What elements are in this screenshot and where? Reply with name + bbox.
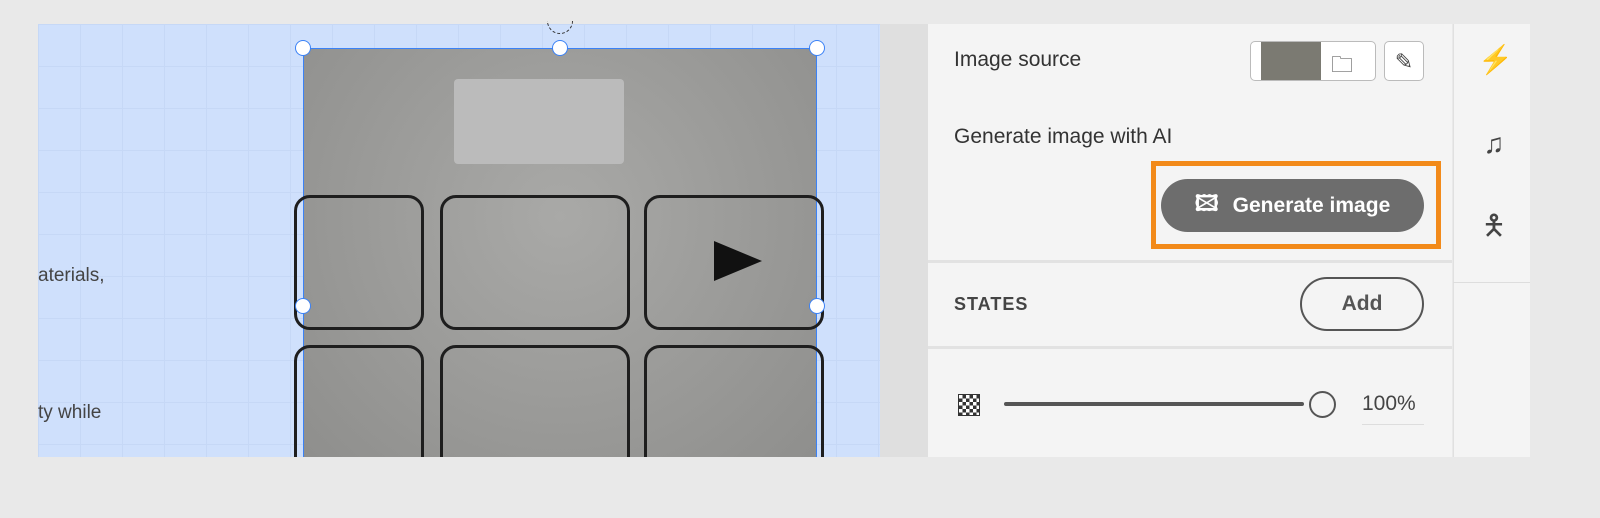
slide-text-line: ty while [38, 402, 102, 423]
opacity-icon [958, 394, 980, 416]
rotate-handle[interactable] [547, 21, 573, 34]
divider [928, 346, 1452, 349]
illustration-tile [294, 345, 424, 457]
slide-text-line: aterials, [38, 265, 105, 286]
edit-image-button[interactable]: ✎ [1384, 41, 1424, 81]
pencil-icon: ✎ [1394, 49, 1414, 74]
image-source-picker[interactable]: 🗀 [1250, 41, 1376, 81]
resize-handle[interactable] [809, 298, 825, 314]
illustration-tile [440, 345, 630, 457]
audio-icon[interactable]: ♫ [1478, 128, 1510, 160]
opacity-slider-thumb[interactable] [1309, 391, 1336, 418]
generate-image-label: Generate image [1232, 193, 1391, 217]
resize-handle[interactable] [552, 40, 568, 56]
divider [1453, 282, 1530, 283]
illustration-tile [644, 345, 824, 457]
illustration-tile [440, 195, 630, 330]
opacity-value[interactable]: 100% [1362, 392, 1424, 425]
canvas-gutter [880, 24, 928, 457]
generate-image-button[interactable]: 🖾 Generate image [1161, 179, 1424, 232]
ai-image-icon: 🖾 [1194, 190, 1219, 216]
accessibility-icon[interactable]: 🯅 [1478, 210, 1510, 242]
add-state-button[interactable]: Add [1300, 277, 1424, 331]
folder-icon[interactable]: 🗀 [1331, 48, 1353, 80]
laptop-illustration [454, 79, 624, 164]
slide-canvas[interactable]: aterials, ty while [38, 24, 880, 457]
opacity-slider-track[interactable] [1004, 402, 1304, 406]
generate-ai-label: Generate image with AI [954, 125, 1173, 148]
illustration-tile [294, 195, 424, 330]
selected-image[interactable] [294, 48, 824, 457]
resize-handle[interactable] [295, 40, 311, 56]
divider [928, 260, 1452, 263]
resize-handle[interactable] [809, 40, 825, 56]
image-source-label: Image source [954, 48, 1082, 71]
play-icon [714, 241, 762, 281]
image-thumbnail [1261, 42, 1321, 80]
states-heading: STATES [954, 294, 1029, 314]
resize-handle[interactable] [295, 298, 311, 314]
interactions-icon[interactable]: ⚡ [1478, 44, 1513, 76]
